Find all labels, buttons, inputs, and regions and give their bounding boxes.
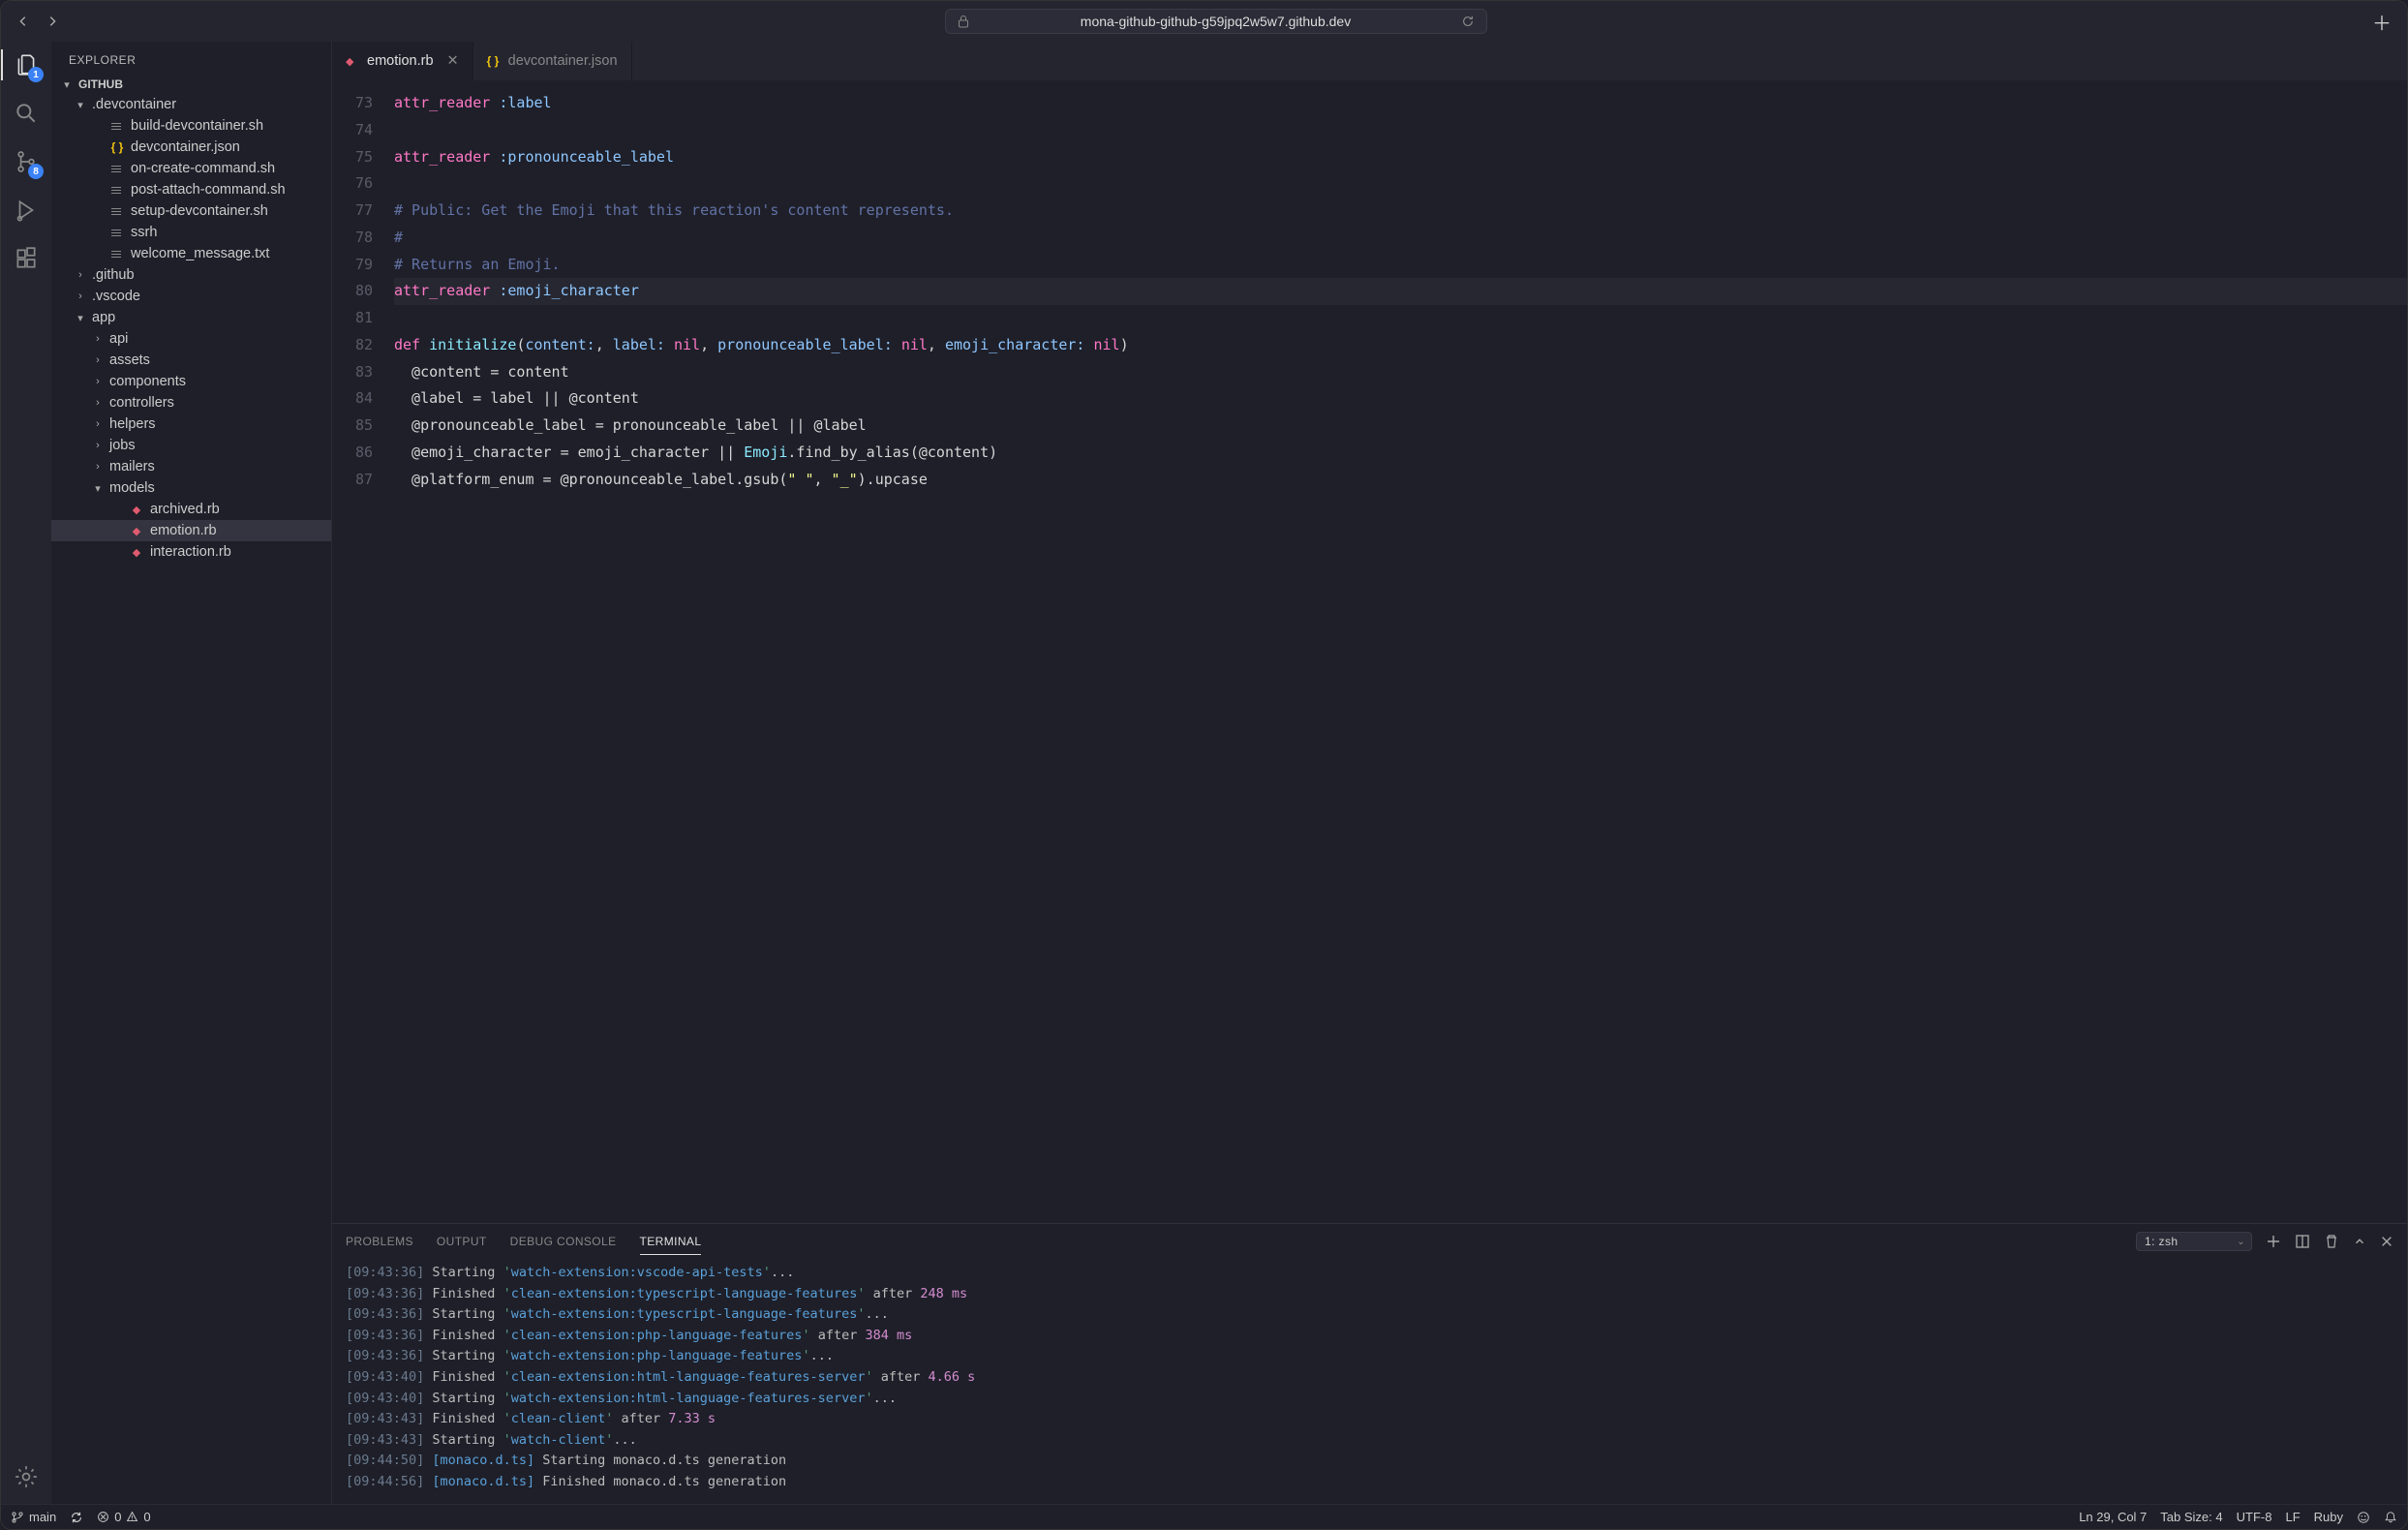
split-terminal-icon[interactable] bbox=[2295, 1234, 2310, 1249]
terminal-output[interactable]: [09:43:36] Starting 'watch-extension:vsc… bbox=[332, 1259, 2407, 1504]
activity-extensions[interactable] bbox=[11, 243, 42, 274]
line-gutter: 737475767778798081828384858687 bbox=[332, 80, 386, 1223]
status-bell-icon[interactable] bbox=[2384, 1511, 2397, 1524]
file-item[interactable]: welcome_message.txt bbox=[51, 243, 331, 264]
git-branch-icon bbox=[11, 1511, 24, 1524]
folder-item[interactable]: ›controllers bbox=[51, 392, 331, 413]
code-content[interactable]: attr_reader :label attr_reader :pronounc… bbox=[386, 80, 2407, 1223]
status-tab-size[interactable]: Tab Size: 4 bbox=[2160, 1510, 2222, 1524]
panel-tab-terminal[interactable]: TERMINAL bbox=[640, 1229, 702, 1255]
editor-tab[interactable]: { }devcontainer.json bbox=[473, 42, 632, 80]
status-bar: main 0 0 Ln 29, Col 7 Tab Size: 4 UTF-8 … bbox=[1, 1504, 2407, 1529]
folder-item[interactable]: ▾.devcontainer bbox=[51, 94, 331, 115]
close-tab-icon[interactable]: ✕ bbox=[447, 53, 459, 69]
activity-explorer[interactable]: 1 bbox=[11, 49, 42, 80]
activity-run-debug[interactable] bbox=[11, 195, 42, 226]
file-item[interactable]: { }devcontainer.json bbox=[51, 137, 331, 158]
lock-icon bbox=[958, 15, 969, 28]
file-tree: ▾GITHUB▾.devcontainerbuild-devcontainer.… bbox=[51, 75, 331, 1504]
status-eol[interactable]: LF bbox=[2285, 1510, 2300, 1524]
nav-forward-icon[interactable] bbox=[46, 15, 59, 28]
file-item[interactable]: build-devcontainer.sh bbox=[51, 115, 331, 137]
file-item[interactable]: ◆archived.rb bbox=[51, 499, 331, 520]
file-item[interactable]: ◆interaction.rb bbox=[51, 541, 331, 563]
trash-icon[interactable] bbox=[2324, 1234, 2339, 1249]
close-panel-icon[interactable] bbox=[2380, 1235, 2393, 1248]
error-icon bbox=[97, 1511, 109, 1523]
bottom-panel: PROBLEMS OUTPUT DEBUG CONSOLE TERMINAL 1: z… bbox=[332, 1223, 2407, 1504]
warning-count: 0 bbox=[143, 1510, 150, 1524]
activity-search[interactable] bbox=[11, 98, 42, 129]
status-line-col[interactable]: Ln 29, Col 7 bbox=[2079, 1510, 2147, 1524]
tree-section[interactable]: ▾GITHUB bbox=[51, 75, 331, 94]
shell-select-label: 1: zsh bbox=[2145, 1235, 2178, 1248]
url-bar[interactable]: mona-github-github-g59jpq2w5w7.github.de… bbox=[945, 9, 1487, 34]
status-problems[interactable]: 0 0 bbox=[97, 1510, 150, 1524]
chevron-down-icon: ⌄ bbox=[2237, 1237, 2245, 1247]
folder-item[interactable]: ›api bbox=[51, 328, 331, 350]
activity-settings[interactable] bbox=[11, 1461, 42, 1492]
folder-item[interactable]: ▾app bbox=[51, 307, 331, 328]
file-item[interactable]: post-attach-command.sh bbox=[51, 179, 331, 200]
file-item[interactable]: on-create-command.sh bbox=[51, 158, 331, 179]
warning-icon bbox=[126, 1511, 138, 1523]
file-item[interactable]: ◆emotion.rb bbox=[51, 520, 331, 541]
folder-item[interactable]: ▾models bbox=[51, 477, 331, 499]
editor-area: ◆emotion.rb✕{ }devcontainer.json 7374757… bbox=[332, 42, 2407, 1504]
title-bar: mona-github-github-g59jpq2w5w7.github.de… bbox=[1, 1, 2407, 42]
status-feedback-icon[interactable] bbox=[2357, 1511, 2370, 1524]
folder-item[interactable]: ›.vscode bbox=[51, 286, 331, 307]
sidebar-title: EXPLORER bbox=[51, 42, 331, 75]
activity-source-control[interactable]: 8 bbox=[11, 146, 42, 177]
folder-item[interactable]: ›mailers bbox=[51, 456, 331, 477]
panel-tab-output[interactable]: OUTPUT bbox=[437, 1229, 487, 1255]
folder-item[interactable]: ›jobs bbox=[51, 435, 331, 456]
reload-icon[interactable] bbox=[1461, 15, 1475, 28]
new-tab-button[interactable]: ＋ bbox=[2372, 8, 2392, 36]
status-encoding[interactable]: UTF-8 bbox=[2237, 1510, 2272, 1524]
file-item[interactable]: ssrh bbox=[51, 222, 331, 243]
activity-bar: 1 8 bbox=[1, 42, 51, 1504]
branch-name: main bbox=[29, 1510, 56, 1524]
panel-tab-problems[interactable]: PROBLEMS bbox=[346, 1229, 413, 1255]
status-branch[interactable]: main bbox=[11, 1510, 56, 1524]
nav-back-icon[interactable] bbox=[16, 15, 30, 28]
status-sync[interactable] bbox=[70, 1511, 83, 1524]
new-terminal-icon[interactable] bbox=[2266, 1234, 2281, 1249]
status-language[interactable]: Ruby bbox=[2314, 1510, 2343, 1524]
scm-badge: 8 bbox=[28, 164, 44, 179]
error-count: 0 bbox=[114, 1510, 121, 1524]
editor-tab[interactable]: ◆emotion.rb✕ bbox=[332, 42, 473, 80]
folder-item[interactable]: ›assets bbox=[51, 350, 331, 371]
folder-item[interactable]: ›helpers bbox=[51, 413, 331, 435]
url-text: mona-github-github-g59jpq2w5w7.github.de… bbox=[1081, 14, 1351, 29]
sync-icon bbox=[70, 1511, 83, 1524]
editor-tabs: ◆emotion.rb✕{ }devcontainer.json bbox=[332, 42, 2407, 80]
file-item[interactable]: setup-devcontainer.sh bbox=[51, 200, 331, 222]
explorer-sidebar: EXPLORER ▾GITHUB▾.devcontainerbuild-devc… bbox=[51, 42, 332, 1504]
folder-item[interactable]: ›components bbox=[51, 371, 331, 392]
panel-tab-debug-console[interactable]: DEBUG CONSOLE bbox=[510, 1229, 617, 1255]
explorer-badge: 1 bbox=[28, 67, 44, 82]
terminal-shell-select[interactable]: 1: zsh ⌄ bbox=[2136, 1232, 2252, 1251]
chevron-up-icon[interactable] bbox=[2353, 1235, 2366, 1248]
folder-item[interactable]: ›.github bbox=[51, 264, 331, 286]
